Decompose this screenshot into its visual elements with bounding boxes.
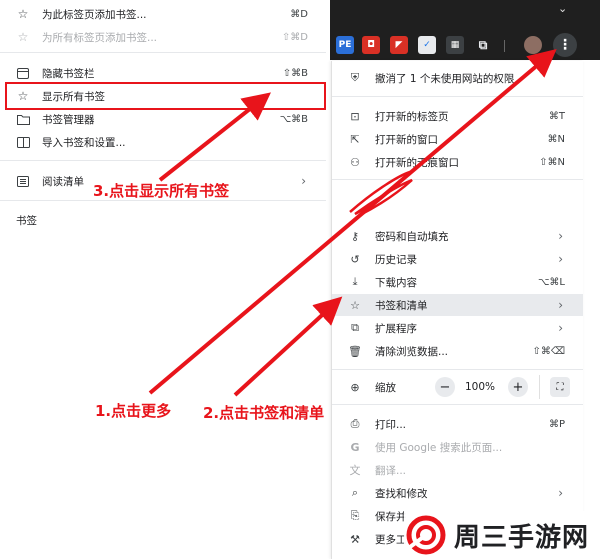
step3-annotation: 3.点击显示所有书签 (93, 182, 230, 200)
arrow-to-more-menu (148, 48, 557, 395)
step2-annotation: 2.点击书签和清单 (203, 404, 325, 422)
arrow-to-bookmarks-and-lists (233, 296, 343, 397)
step1-annotation: 1.点击更多 (95, 402, 172, 420)
scribble-mark (349, 169, 414, 218)
watermark: 周三手游网 (404, 511, 600, 559)
arrow-to-show-all-bookmarks (158, 92, 271, 182)
watermark-logo-icon (406, 515, 446, 555)
annotation-arrows (148, 48, 557, 397)
watermark-text: 周三手游网 (454, 522, 590, 553)
